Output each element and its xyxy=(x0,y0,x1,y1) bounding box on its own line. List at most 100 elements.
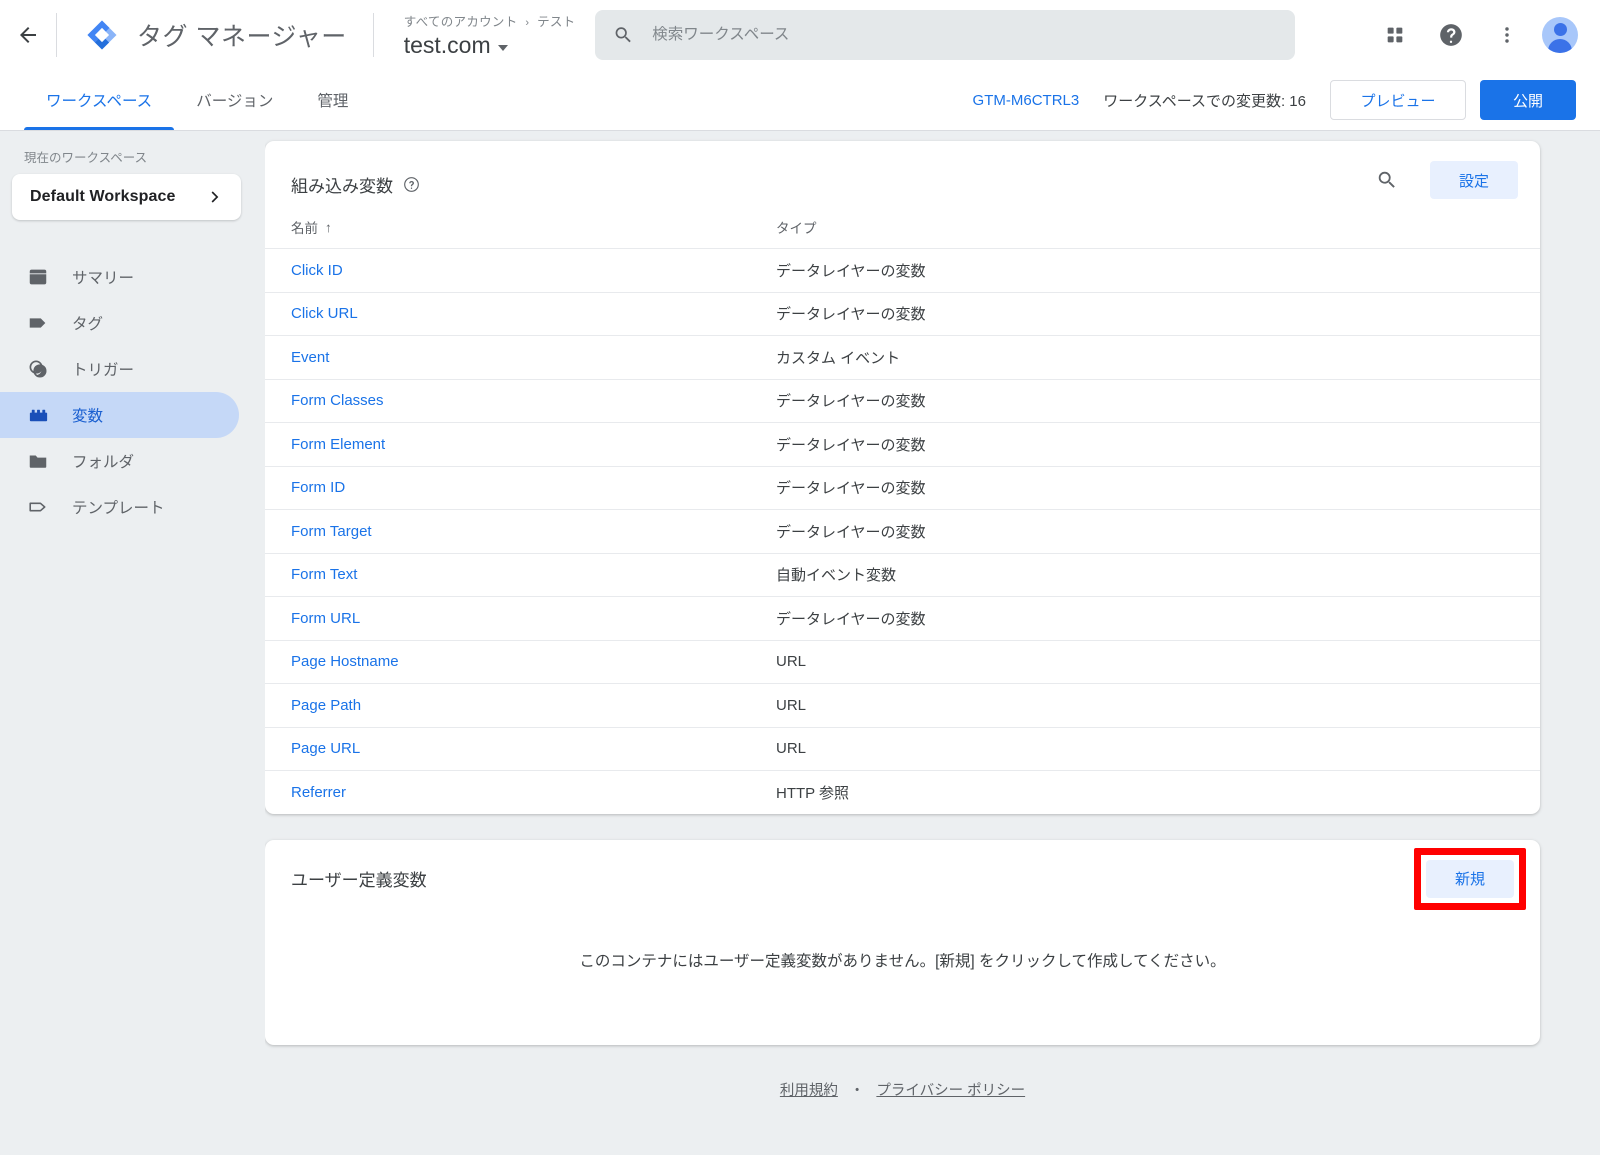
app-title: タグ マネージャー xyxy=(137,23,347,51)
terms-of-service-link[interactable]: 利用規約 xyxy=(780,1079,838,1100)
variable-name-link[interactable]: Page Hostname xyxy=(291,653,776,670)
variable-name-link[interactable]: Page URL xyxy=(291,740,776,757)
more-vertical-icon xyxy=(1505,27,1509,43)
tabs-bar-actions: GTM-M6CTRL3 ワークスペースでの変更数: 16 プレビュー 公開 xyxy=(973,80,1600,120)
account-selector[interactable]: すべてのアカウント › テスト test.com xyxy=(374,0,576,70)
tabs-bar: ワークスペース バージョン 管理 GTM-M6CTRL3 ワークスペースでの変更… xyxy=(0,70,1600,131)
variable-name-link[interactable]: Form Element xyxy=(291,436,776,453)
help-circle-icon[interactable] xyxy=(403,176,420,193)
variable-type: データレイヤーの変数 xyxy=(776,262,926,280)
sidebar-item-tags-label: タグ xyxy=(72,316,104,333)
gtm-container-id[interactable]: GTM-M6CTRL3 xyxy=(973,92,1080,109)
footer: 利用規約 ・ プライバシー ポリシー xyxy=(265,1079,1540,1100)
back-button[interactable] xyxy=(0,0,56,70)
search-icon xyxy=(1378,171,1395,188)
sidebar-item-variables[interactable]: 変数 xyxy=(0,392,239,438)
table-row[interactable]: Event カスタム イベント xyxy=(265,335,1540,379)
variable-type: データレイヤーの変数 xyxy=(776,610,926,628)
breadcrumb: すべてのアカウント › テスト xyxy=(404,11,576,30)
column-header-name-label: 名前 xyxy=(291,221,318,236)
table-row[interactable]: Page Path URL xyxy=(265,683,1540,727)
column-header-type[interactable]: タイプ xyxy=(776,217,817,237)
avatar[interactable] xyxy=(1542,17,1578,53)
privacy-policy-link[interactable]: プライバシー ポリシー xyxy=(876,1079,1025,1100)
help-button[interactable] xyxy=(1430,14,1472,56)
sidebar-item-summary-label: サマリー xyxy=(72,270,135,287)
table-row[interactable]: Form URL データレイヤーの変数 xyxy=(265,596,1540,640)
table-row[interactable]: Form Text 自動イベント変数 xyxy=(265,552,1540,597)
builtin-card-actions: 設定 xyxy=(1366,159,1518,201)
variable-name-link[interactable]: Event xyxy=(291,349,776,366)
table-row[interactable]: Referrer HTTP 参照 xyxy=(265,770,1540,814)
sort-ascending-icon: ↑ xyxy=(325,219,332,235)
arrow-left-icon xyxy=(20,27,36,43)
tab-workspace[interactable]: ワークスペース xyxy=(24,70,175,130)
search-icon xyxy=(616,27,632,43)
empty-state-message: このコンテナにはユーザー定義変数がありません。[新規] をクリックして作成してく… xyxy=(579,952,1226,970)
publish-button[interactable]: 公開 xyxy=(1480,80,1576,120)
variable-type: 自動イベント変数 xyxy=(776,567,897,585)
new-variable-button[interactable]: 新規 xyxy=(1426,859,1514,898)
configure-button[interactable]: 設定 xyxy=(1430,161,1518,199)
preview-button[interactable]: プレビュー xyxy=(1330,80,1466,120)
variable-type: URL xyxy=(776,740,807,758)
sidebar: 現在のワークスペース Default Workspace サマリー タグ トリガ… xyxy=(0,131,265,1155)
sidebar-item-templates[interactable]: テンプレート xyxy=(0,484,239,530)
variable-name-link[interactable]: Form Classes xyxy=(291,392,776,409)
variable-type: URL xyxy=(776,696,807,714)
user-card-header: ユーザー定義変数 xyxy=(265,840,1540,891)
table-row[interactable]: Form Element データレイヤーの変数 xyxy=(265,422,1540,466)
builtin-card-title: 組み込み変数 xyxy=(291,176,393,196)
variable-name-link[interactable]: Form Text xyxy=(291,566,776,583)
folder-icon xyxy=(26,449,50,473)
tab-versions[interactable]: バージョン xyxy=(174,70,295,130)
variable-name-link[interactable]: Form ID xyxy=(291,479,776,496)
search-input[interactable] xyxy=(650,25,1278,45)
sidebar-item-folders[interactable]: フォルダ xyxy=(0,438,239,484)
variable-type: データレイヤーの変数 xyxy=(776,523,926,541)
variable-name-link[interactable]: Form URL xyxy=(291,610,776,627)
table-row[interactable]: Click URL データレイヤーの変数 xyxy=(265,291,1540,336)
tab-admin[interactable]: 管理 xyxy=(295,70,370,130)
template-icon xyxy=(26,495,50,519)
table-row[interactable]: Page URL URL xyxy=(265,726,1540,771)
table-body: Click ID データレイヤーの変数 Click URL データレイヤーの変数 Eve… xyxy=(265,248,1540,814)
tag-manager-logo-icon xyxy=(87,20,117,50)
table-row[interactable]: Page Hostname URL xyxy=(265,639,1540,684)
variable-name-link[interactable]: Form Target xyxy=(291,523,776,540)
more-options-button[interactable] xyxy=(1486,14,1528,56)
sidebar-item-summary[interactable]: サマリー xyxy=(0,254,239,300)
variable-name-link[interactable]: Click ID xyxy=(291,262,776,279)
sidebar-item-tags[interactable]: タグ xyxy=(0,300,239,346)
table-row[interactable]: Click ID データレイヤーの変数 xyxy=(265,248,1540,292)
sidebar-item-triggers[interactable]: トリガー xyxy=(0,346,239,392)
sidebar-nav: サマリー タグ トリガー 変数 フォルダ テンプレート xyxy=(0,254,265,530)
apps-grid-icon xyxy=(1387,27,1403,43)
variable-name-link[interactable]: Page Path xyxy=(291,697,776,714)
workspace-name: Default Workspace xyxy=(30,188,176,205)
table-row[interactable]: Form Classes データレイヤーの変数 xyxy=(265,378,1540,423)
brand[interactable]: タグ マネージャー xyxy=(57,17,347,53)
variable-type: HTTP 参照 xyxy=(776,784,850,802)
container-name-label: test.com xyxy=(403,32,491,58)
workspace-selector[interactable]: Default Workspace xyxy=(12,174,241,220)
variable-type: データレイヤーの変数 xyxy=(776,393,926,411)
variable-type: データレイヤーの変数 xyxy=(776,480,926,498)
container-name-dropdown[interactable]: test.com xyxy=(404,32,576,59)
breadcrumb-account: すべてのアカウント xyxy=(403,15,518,29)
search-box[interactable] xyxy=(595,10,1296,60)
search-variables-button[interactable] xyxy=(1366,159,1408,201)
variable-name-link[interactable]: Click URL xyxy=(291,305,776,322)
current-workspace-label: 現在のワークスペース xyxy=(24,151,148,165)
user-card-title: ユーザー定義変数 xyxy=(291,870,427,890)
column-header-name[interactable]: 名前 ↑ xyxy=(291,217,776,237)
table-row[interactable]: Form ID データレイヤーの変数 xyxy=(265,465,1540,510)
variable-icon xyxy=(26,403,50,427)
apps-grid-button[interactable] xyxy=(1374,14,1416,56)
trigger-icon xyxy=(26,357,50,381)
table-row[interactable]: Form Target データレイヤーの変数 xyxy=(265,509,1540,553)
sidebar-item-variables-label: 変数 xyxy=(72,408,104,425)
tabs-list: ワークスペース バージョン 管理 xyxy=(24,70,370,130)
variable-name-link[interactable]: Referrer xyxy=(291,784,776,801)
main-content: 組み込み変数 設定 名前 ↑ タイプ Click ID データレイヤーの変数 C… xyxy=(265,131,1600,1155)
